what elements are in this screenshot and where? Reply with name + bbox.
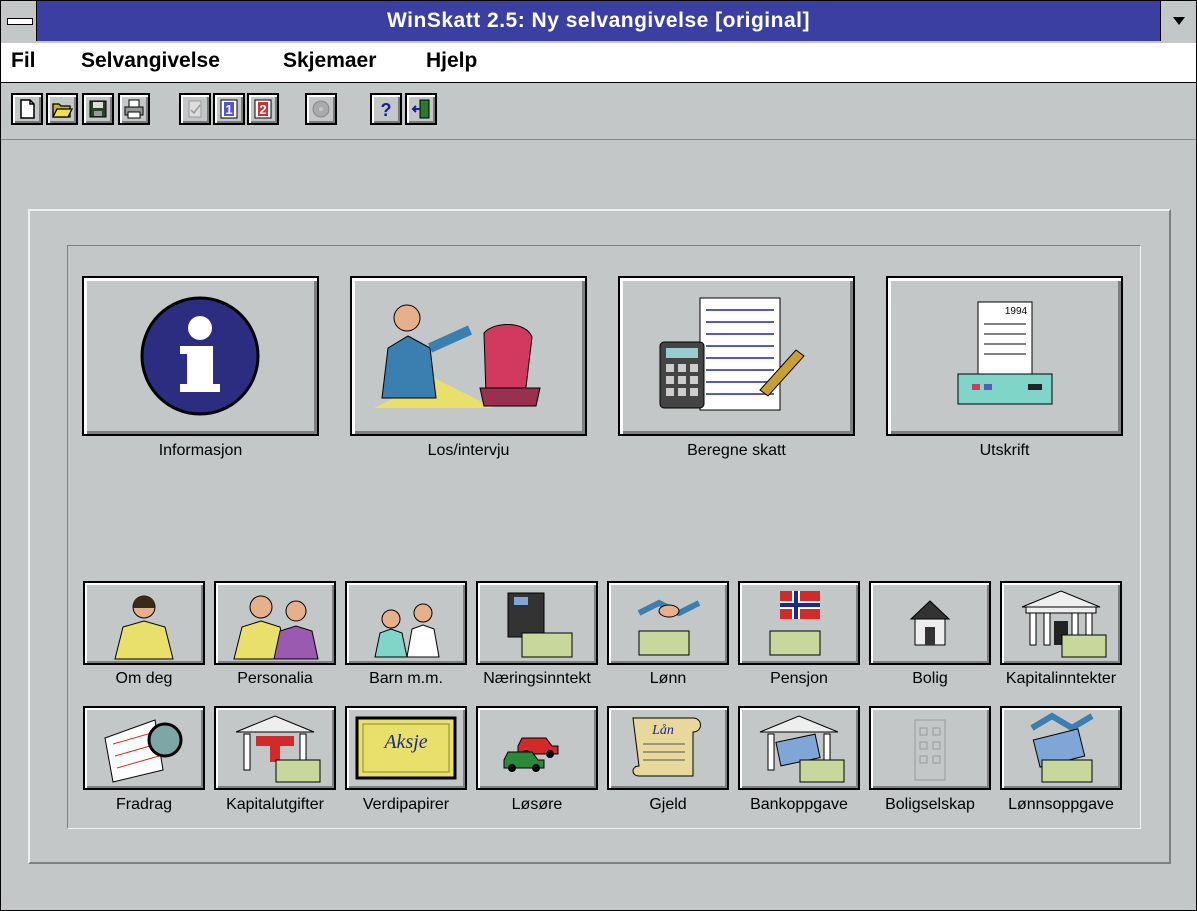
svg-text:2: 2 xyxy=(259,102,266,117)
form-two-icon: 2 xyxy=(254,99,272,119)
barn-label: Barn m.m. xyxy=(369,670,443,687)
interview-icon xyxy=(374,304,541,408)
couple-icon xyxy=(233,595,319,660)
pensjon-button[interactable] xyxy=(738,581,860,665)
menu-fil[interactable]: Fil xyxy=(11,49,36,73)
window-title: WinSkatt 2.5: Ny selvangivelse [original… xyxy=(387,9,810,32)
lonn-button[interactable] xyxy=(607,581,729,665)
help-button[interactable]: ? xyxy=(370,93,402,125)
menu-hjelp[interactable]: Hjelp xyxy=(426,49,477,73)
kapitalutgifter-button[interactable] xyxy=(214,706,336,790)
menu-skjemaer[interactable]: Skjemaer xyxy=(283,49,376,73)
boligselskap-button[interactable] xyxy=(869,706,991,790)
open-button[interactable] xyxy=(46,93,78,125)
calculator-icon xyxy=(659,297,805,411)
kapitalutgifter-label: Kapitalutgifter xyxy=(226,796,324,813)
printer-icon xyxy=(124,99,144,119)
los-intervju-button[interactable] xyxy=(350,276,587,436)
personalia-label: Personalia xyxy=(237,670,313,687)
naeringsinntekt-label: Næringsinntekt xyxy=(483,670,591,687)
loan-scroll-icon: Lån xyxy=(632,717,701,777)
utskrift-label: Utskrift xyxy=(979,442,1030,459)
svg-text:Lån: Lån xyxy=(651,723,674,738)
print-button[interactable] xyxy=(118,93,150,125)
form1-button[interactable]: 1 xyxy=(213,93,245,125)
info-icon xyxy=(140,296,260,416)
app-window: WinSkatt 2.5: Ny selvangivelse [original… xyxy=(0,0,1197,911)
bank-icon xyxy=(1021,590,1107,658)
cars-icon xyxy=(503,737,559,772)
gjeld-button[interactable]: Lån xyxy=(607,706,729,790)
gjeld-label: Gjeld xyxy=(649,796,687,813)
children-icon xyxy=(374,603,440,658)
exit-door-icon xyxy=(411,99,430,119)
salary-statement-icon xyxy=(1030,712,1094,783)
person-icon xyxy=(114,595,174,660)
svg-text:Aksje: Aksje xyxy=(382,731,427,753)
verdipapirer-button[interactable]: Aksje xyxy=(345,706,467,790)
utskrift-button[interactable]: 1994 xyxy=(886,276,1123,436)
apartment-building-icon xyxy=(914,719,946,781)
printer-icon: 1994 xyxy=(957,301,1053,405)
house-icon xyxy=(909,600,951,646)
minimize-button[interactable] xyxy=(1160,1,1196,41)
minimize-arrow-icon xyxy=(1173,17,1185,25)
check-button[interactable] xyxy=(179,93,211,125)
svg-text:1: 1 xyxy=(225,102,232,117)
share-certificate-icon: Aksje xyxy=(355,716,457,780)
bolig-label: Bolig xyxy=(912,670,948,687)
toolbar: 1 2 ? xyxy=(1,87,1196,140)
bankoppgave-button[interactable] xyxy=(738,706,860,790)
pensjon-label: Pensjon xyxy=(770,670,828,687)
new-icon xyxy=(20,99,35,119)
beregne-skatt-button[interactable] xyxy=(618,276,855,436)
lonnsoppgave-button[interactable] xyxy=(1000,706,1122,790)
check-document-icon xyxy=(188,100,202,118)
svg-text:?: ? xyxy=(381,100,392,120)
magnifier-receipt-icon xyxy=(104,719,183,783)
beregne-skatt-label: Beregne skatt xyxy=(687,442,786,459)
exit-button[interactable] xyxy=(405,93,437,125)
menu-bar: Fil Selvangivelse Skjemaer Hjelp xyxy=(1,43,1196,83)
bank-minus-icon xyxy=(235,715,321,783)
bankoppgave-label: Bankoppgave xyxy=(750,796,848,813)
system-menu-icon xyxy=(7,18,33,25)
verdipapirer-label: Verdipapirer xyxy=(362,796,450,813)
kapitalinntekter-label: Kapitalinntekter xyxy=(1005,670,1117,687)
om-deg-button[interactable] xyxy=(83,581,205,665)
open-folder-icon xyxy=(51,103,73,118)
naeringsinntekt-button[interactable] xyxy=(476,581,598,665)
new-button[interactable] xyxy=(11,93,43,125)
informasjon-button[interactable] xyxy=(82,276,319,436)
svg-text:1994: 1994 xyxy=(1005,306,1028,317)
barn-button[interactable] xyxy=(345,581,467,665)
losore-button[interactable] xyxy=(476,706,598,790)
fradrag-label: Fradrag xyxy=(115,796,173,813)
norway-flag-icon xyxy=(769,591,821,656)
form-one-icon: 1 xyxy=(220,99,238,119)
losore-label: Løsøre xyxy=(511,796,563,813)
handshake-icon xyxy=(637,599,701,656)
informasjon-label: Informasjon xyxy=(158,442,243,459)
boligselskap-label: Boligselskap xyxy=(885,796,975,813)
kapitalinntekter-button[interactable] xyxy=(1000,581,1122,665)
om-deg-label: Om deg xyxy=(115,670,173,687)
lonn-label: Lønn xyxy=(649,670,687,687)
business-document-icon xyxy=(507,592,573,658)
los-intervju-label: Los/intervju xyxy=(427,442,510,459)
save-disk-icon xyxy=(89,100,107,118)
title-bar[interactable]: WinSkatt 2.5: Ny selvangivelse [original… xyxy=(1,1,1196,41)
fradrag-button[interactable] xyxy=(83,706,205,790)
save-button[interactable] xyxy=(82,93,114,125)
bolig-button[interactable] xyxy=(869,581,991,665)
form2-button[interactable]: 2 xyxy=(247,93,279,125)
disk-button[interactable] xyxy=(305,93,337,125)
help-question-icon: ? xyxy=(381,100,392,120)
bank-statement-icon xyxy=(759,715,845,783)
system-menu-button[interactable] xyxy=(1,1,37,41)
cd-icon xyxy=(312,100,330,118)
menu-selvangivelse[interactable]: Selvangivelse xyxy=(81,49,220,73)
personalia-button[interactable] xyxy=(214,581,336,665)
lonnsoppgave-label: Lønnsoppgave xyxy=(1008,796,1114,813)
